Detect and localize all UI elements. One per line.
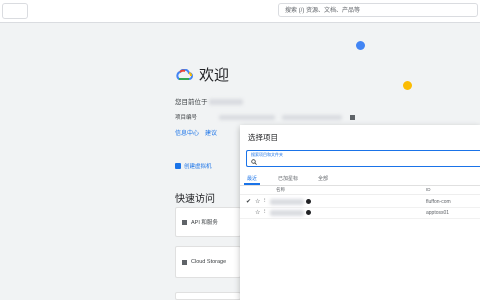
- column-name: 名称: [276, 187, 285, 192]
- recommendations-link[interactable]: 建议: [205, 128, 217, 137]
- project-name-redacted: [270, 199, 304, 205]
- project-icon: ⁝: [264, 209, 266, 215]
- create-vm-button[interactable]: 创建虚拟机: [175, 160, 212, 172]
- column-id: ID: [426, 187, 431, 192]
- project-tabs: 最近 已加星标 全部: [240, 173, 480, 186]
- decorative-blue-dot: [356, 41, 365, 50]
- project-type-icon: [306, 199, 311, 204]
- project-id: apptoss01: [426, 210, 450, 216]
- project-id-redacted: [282, 115, 343, 121]
- active-tab-indicator: [244, 183, 260, 185]
- project-name-redacted: [270, 210, 304, 216]
- table-header: 名称 ID: [240, 186, 480, 195]
- table-row[interactable]: ☆ ⁝ apptoss01: [240, 208, 480, 219]
- create-vm-label: 创建虚拟机: [184, 164, 212, 170]
- table-row[interactable]: ✔ ☆ ⁝ fluffon-com: [240, 197, 480, 208]
- api-icon: [182, 219, 187, 225]
- menu-button[interactable]: [2, 3, 28, 19]
- star-icon[interactable]: ☆: [255, 198, 260, 205]
- project-name-redacted: [209, 99, 244, 106]
- project-search-label: 搜索项目和文件夹: [251, 152, 283, 157]
- quick-access-label: API 和服务: [191, 220, 218, 226]
- copy-icon[interactable]: [349, 115, 355, 121]
- checkmark-icon: ✔: [246, 199, 252, 205]
- project-number-redacted: [218, 115, 275, 121]
- welcome-heading: 欢迎: [175, 64, 229, 85]
- storage-icon: [182, 259, 187, 265]
- select-project-dialog: 选择项目 搜索项目和文件夹 最近 已加星标 全部 名称 ID ✔ ☆ ⁝ flu…: [240, 125, 480, 300]
- current-project-line: 您目前位于: [175, 96, 244, 106]
- working-in-label: 您目前位于: [175, 99, 208, 106]
- quick-access-card-api[interactable]: API 和服务: [175, 207, 241, 237]
- quick-access-label: Cloud Storage: [191, 259, 227, 265]
- project-id: fluffon-com: [426, 199, 451, 205]
- search-input[interactable]: 搜索 (/) 资源、文档、产品等: [278, 3, 478, 17]
- tab-recent[interactable]: 最近: [247, 175, 257, 182]
- star-icon[interactable]: ☆: [255, 209, 260, 216]
- dashboard-link[interactable]: 信息中心: [175, 128, 199, 137]
- quick-access-card-more[interactable]: [175, 292, 241, 300]
- top-bar: 搜索 (/) 资源、文档、产品等: [0, 0, 480, 23]
- cloud-logo-icon: [176, 68, 193, 80]
- search-icon: [251, 159, 257, 165]
- project-number-line: 项目编号: [175, 113, 355, 121]
- project-icon: ⁝: [264, 198, 266, 204]
- quick-access-card-storage[interactable]: Cloud Storage: [175, 246, 241, 278]
- decorative-yellow-dot: [403, 81, 412, 90]
- vm-icon: [175, 163, 181, 169]
- tab-all[interactable]: 全部: [318, 175, 328, 182]
- page-title: 欢迎: [199, 67, 230, 84]
- project-number-label: 项目编号: [175, 115, 198, 121]
- dialog-title: 选择项目: [248, 133, 278, 142]
- quick-access-title: 快速访问: [175, 194, 215, 205]
- project-type-icon: [306, 210, 311, 215]
- project-search-field[interactable]: 搜索项目和文件夹: [246, 150, 480, 167]
- tab-starred[interactable]: 已加星标: [278, 175, 298, 182]
